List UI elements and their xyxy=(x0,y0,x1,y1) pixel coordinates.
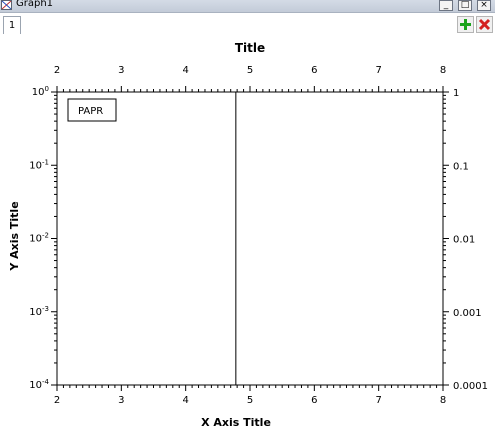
chart-title: Title xyxy=(235,41,265,55)
plus-icon xyxy=(460,19,471,30)
y-tick-label-left: 10-3 xyxy=(29,305,49,318)
x-tick-label: 6 xyxy=(311,395,317,406)
y-tick-label-left: 10-1 xyxy=(29,158,49,171)
y-tick-label-left: 100 xyxy=(32,85,49,98)
y-tick-label-left: 10-4 xyxy=(29,378,49,391)
x-axis-title: X Axis Title xyxy=(201,416,271,429)
y-tick-label-right: 0.001 xyxy=(453,308,482,319)
minimize-button[interactable]: _ xyxy=(439,0,453,11)
x-tick-label-top: 5 xyxy=(247,65,253,76)
graph-chart: Title X Axis Title Y Axis Title 2 2 3 3 4 4 5 5… xyxy=(8,41,488,429)
page-tab-strip: 1 xyxy=(0,13,495,35)
y-tick-label-right: 0.0001 xyxy=(453,381,488,392)
x-tick-label-top: 4 xyxy=(182,65,188,76)
y-tick-label-right: 0.01 xyxy=(453,235,475,246)
y-tick-label-right: 0.1 xyxy=(453,161,469,172)
plot-frame xyxy=(56,91,444,386)
x-tick-label: 7 xyxy=(375,395,381,406)
maximize-button[interactable]: □ xyxy=(458,0,472,11)
x-tick-label: 8 xyxy=(440,395,446,406)
x-tick-label: 4 xyxy=(182,395,188,406)
x-tick-label: 5 xyxy=(247,395,253,406)
close-button[interactable]: × xyxy=(477,0,491,11)
y-axis-title: Y Axis Title xyxy=(8,201,21,271)
window-titlebar[interactable]: Graph1 _ □ × xyxy=(0,0,495,13)
x-tick-label-top: 2 xyxy=(54,65,60,76)
layer-tab-1[interactable]: 1 xyxy=(3,16,21,34)
x-tick-label-top: 3 xyxy=(118,65,124,76)
y-tick-label-right: 1 xyxy=(453,88,459,99)
add-layer-button[interactable] xyxy=(457,16,474,33)
x-tick-label-top: 6 xyxy=(311,65,317,76)
y-tick-label-left: 10-2 xyxy=(29,232,49,245)
window-title: Graph1 xyxy=(16,0,54,9)
x-tick-label: 3 xyxy=(118,395,124,406)
x-icon xyxy=(478,18,491,31)
x-tick-label-top: 8 xyxy=(440,65,446,76)
legend-box[interactable] xyxy=(67,98,117,122)
graph-window-icon xyxy=(1,0,12,10)
remove-layer-button[interactable] xyxy=(476,16,493,33)
x-tick-label-top: 7 xyxy=(375,65,381,76)
x-tick-label: 2 xyxy=(54,395,60,406)
